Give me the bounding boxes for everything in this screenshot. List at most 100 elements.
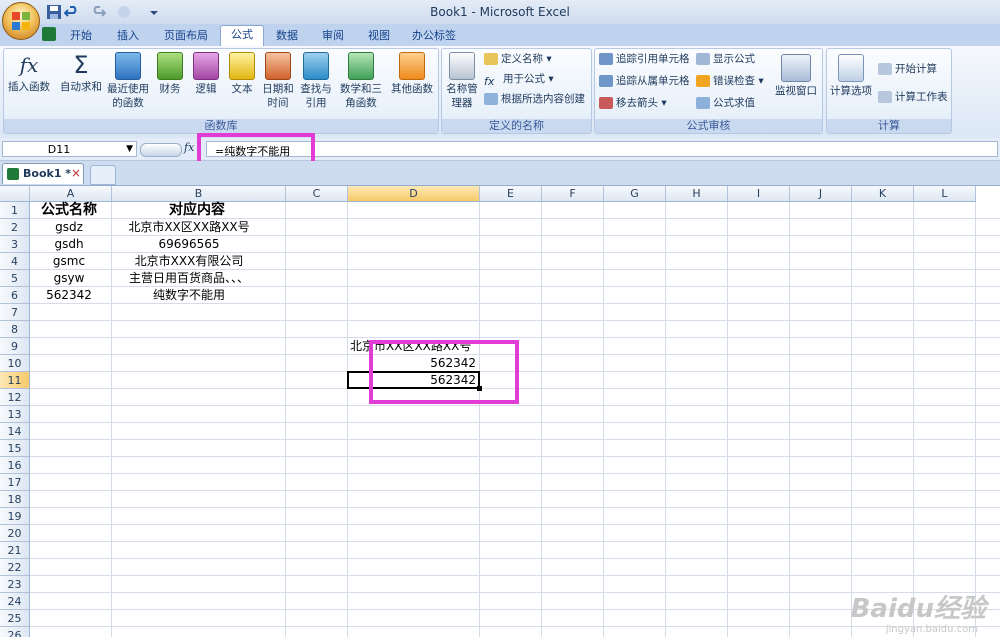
column-header-g[interactable]: G: [604, 186, 666, 202]
row-header-14[interactable]: 14: [0, 423, 30, 440]
remove-arrows-button[interactable]: 移去箭头 ▾: [599, 94, 667, 112]
undo-icon[interactable]: [64, 4, 80, 20]
expand-circle-icon[interactable]: [140, 143, 182, 157]
chevron-down-icon[interactable]: ▼: [126, 144, 133, 154]
cell-a2[interactable]: gsdz: [30, 219, 108, 236]
autosum-button[interactable]: Σ 自动求和: [58, 52, 104, 94]
create-from-selection-button[interactable]: 根据所选内容创建: [484, 90, 585, 108]
column-header-c[interactable]: C: [286, 186, 348, 202]
cell-b6[interactable]: 纯数字不能用: [102, 287, 276, 304]
workbook-tab[interactable]: Book1 * ×: [2, 163, 84, 184]
evaluate-formula-button[interactable]: 公式求值: [696, 94, 755, 112]
calculate-now-button[interactable]: 开始计算: [878, 60, 937, 78]
insert-function-button[interactable]: fx 插入函数: [5, 52, 53, 94]
more-functions-button[interactable]: 其他函数: [388, 52, 436, 96]
cell-a6[interactable]: 562342: [30, 287, 108, 304]
customize-toolbar-icon[interactable]: [146, 4, 162, 20]
tab-office-tab[interactable]: 办公标签: [406, 27, 462, 45]
text-button[interactable]: 文本: [226, 52, 258, 96]
row-header-3[interactable]: 3: [0, 236, 30, 253]
row-header-9[interactable]: 9: [0, 338, 30, 355]
quick-access-icon[interactable]: [116, 4, 132, 20]
date-time-button[interactable]: 日期和时间: [260, 52, 296, 110]
column-header-k[interactable]: K: [852, 186, 914, 202]
calculation-options-button[interactable]: 计算选项: [828, 54, 874, 98]
name-manager-button[interactable]: 名称管理器: [444, 52, 480, 110]
new-tab-button[interactable]: [90, 165, 116, 185]
tab-home[interactable]: 开始: [62, 27, 100, 45]
trace-dependents-button[interactable]: 追踪从属单元格: [599, 72, 690, 90]
tab-page-layout[interactable]: 页面布局: [158, 27, 214, 45]
row-header-10[interactable]: 10: [0, 355, 30, 372]
save-icon[interactable]: [46, 4, 62, 20]
row-header-25[interactable]: 25: [0, 610, 30, 627]
use-in-formula-button[interactable]: fx 用于公式 ▾: [484, 70, 554, 88]
tab-view[interactable]: 视图: [360, 27, 398, 45]
column-header-a[interactable]: A: [30, 186, 112, 202]
cell-b4[interactable]: 北京市XXX有限公司: [102, 253, 276, 270]
column-header-f[interactable]: F: [542, 186, 604, 202]
column-header-j[interactable]: J: [790, 186, 852, 202]
error-checking-button[interactable]: 错误检查 ▾: [696, 72, 764, 90]
financial-button[interactable]: 财务: [154, 52, 186, 96]
cell-b5[interactable]: 主营日用百货商品、、、: [102, 270, 276, 287]
define-name-button[interactable]: 定义名称 ▾: [484, 50, 552, 68]
row-header-19[interactable]: 19: [0, 508, 30, 525]
column-header-l[interactable]: L: [914, 186, 976, 202]
select-all-corner[interactable]: [0, 186, 30, 202]
row-header-22[interactable]: 22: [0, 559, 30, 576]
cell-a4[interactable]: gsmc: [30, 253, 108, 270]
cell-b2[interactable]: 北京市XX区XX路XX号: [102, 219, 276, 236]
row-header-11[interactable]: 11: [0, 372, 30, 389]
row-header-24[interactable]: 24: [0, 593, 30, 610]
row-header-20[interactable]: 20: [0, 525, 30, 542]
cell-b1[interactable]: 对应内容: [112, 202, 282, 219]
row-header-1[interactable]: 1: [0, 202, 30, 219]
tab-review[interactable]: 审阅: [314, 27, 352, 45]
column-header-d[interactable]: D: [348, 186, 480, 202]
row-header-12[interactable]: 12: [0, 389, 30, 406]
tab-insert[interactable]: 插入: [108, 27, 148, 45]
column-header-h[interactable]: H: [666, 186, 728, 202]
trace-precedents-button[interactable]: 追踪引用单元格: [599, 50, 690, 68]
row-header-2[interactable]: 2: [0, 219, 30, 236]
cell-a3[interactable]: gsdh: [30, 236, 108, 253]
row-header-18[interactable]: 18: [0, 491, 30, 508]
row-header-21[interactable]: 21: [0, 542, 30, 559]
redo-icon[interactable]: [90, 4, 106, 20]
formula-input[interactable]: =纯数字不能用: [206, 141, 998, 158]
tab-formulas[interactable]: 公式: [220, 25, 264, 47]
column-header-b[interactable]: B: [112, 186, 286, 202]
column-header-i[interactable]: I: [728, 186, 790, 202]
close-icon[interactable]: ×: [71, 166, 81, 180]
calculate-sheet-button[interactable]: 计算工作表: [878, 88, 948, 106]
watch-window-button[interactable]: 监视窗口: [772, 54, 820, 98]
fx-icon: fx: [19, 53, 39, 77]
fx-button[interactable]: fx: [184, 141, 194, 154]
lookup-button[interactable]: 查找与引用: [298, 52, 334, 110]
cell-b3[interactable]: 69696565: [102, 236, 276, 253]
row-header-15[interactable]: 15: [0, 440, 30, 457]
name-box[interactable]: D11 ▼: [2, 141, 137, 157]
recently-used-button[interactable]: 最近使用的函数: [106, 52, 150, 110]
error-checking-label: 错误检查: [713, 75, 755, 87]
column-header-e[interactable]: E: [480, 186, 542, 202]
row-header-26[interactable]: 26: [0, 627, 30, 637]
row-header-17[interactable]: 17: [0, 474, 30, 491]
office-button[interactable]: [2, 2, 40, 40]
cell-a5[interactable]: gsyw: [30, 270, 108, 287]
logical-button[interactable]: 逻辑: [190, 52, 222, 96]
cell-a1[interactable]: 公式名称: [30, 202, 108, 219]
math-trig-button[interactable]: 数学和三角函数: [336, 52, 386, 110]
row-header-4[interactable]: 4: [0, 253, 30, 270]
row-header-5[interactable]: 5: [0, 270, 30, 287]
tab-data[interactable]: 数据: [268, 27, 306, 45]
show-formulas-button[interactable]: 显示公式: [696, 50, 755, 68]
row-header-23[interactable]: 23: [0, 576, 30, 593]
row-header-13[interactable]: 13: [0, 406, 30, 423]
row-header-16[interactable]: 16: [0, 457, 30, 474]
row-header-6[interactable]: 6: [0, 287, 30, 304]
row-header-7[interactable]: 7: [0, 304, 30, 321]
worksheet-grid[interactable]: A B C D E F G H I J K L 1 2 3 4 5 6 7 8 9 10 11 12 13 14 15 16 17 18 1…: [0, 186, 1000, 637]
row-header-8[interactable]: 8: [0, 321, 30, 338]
